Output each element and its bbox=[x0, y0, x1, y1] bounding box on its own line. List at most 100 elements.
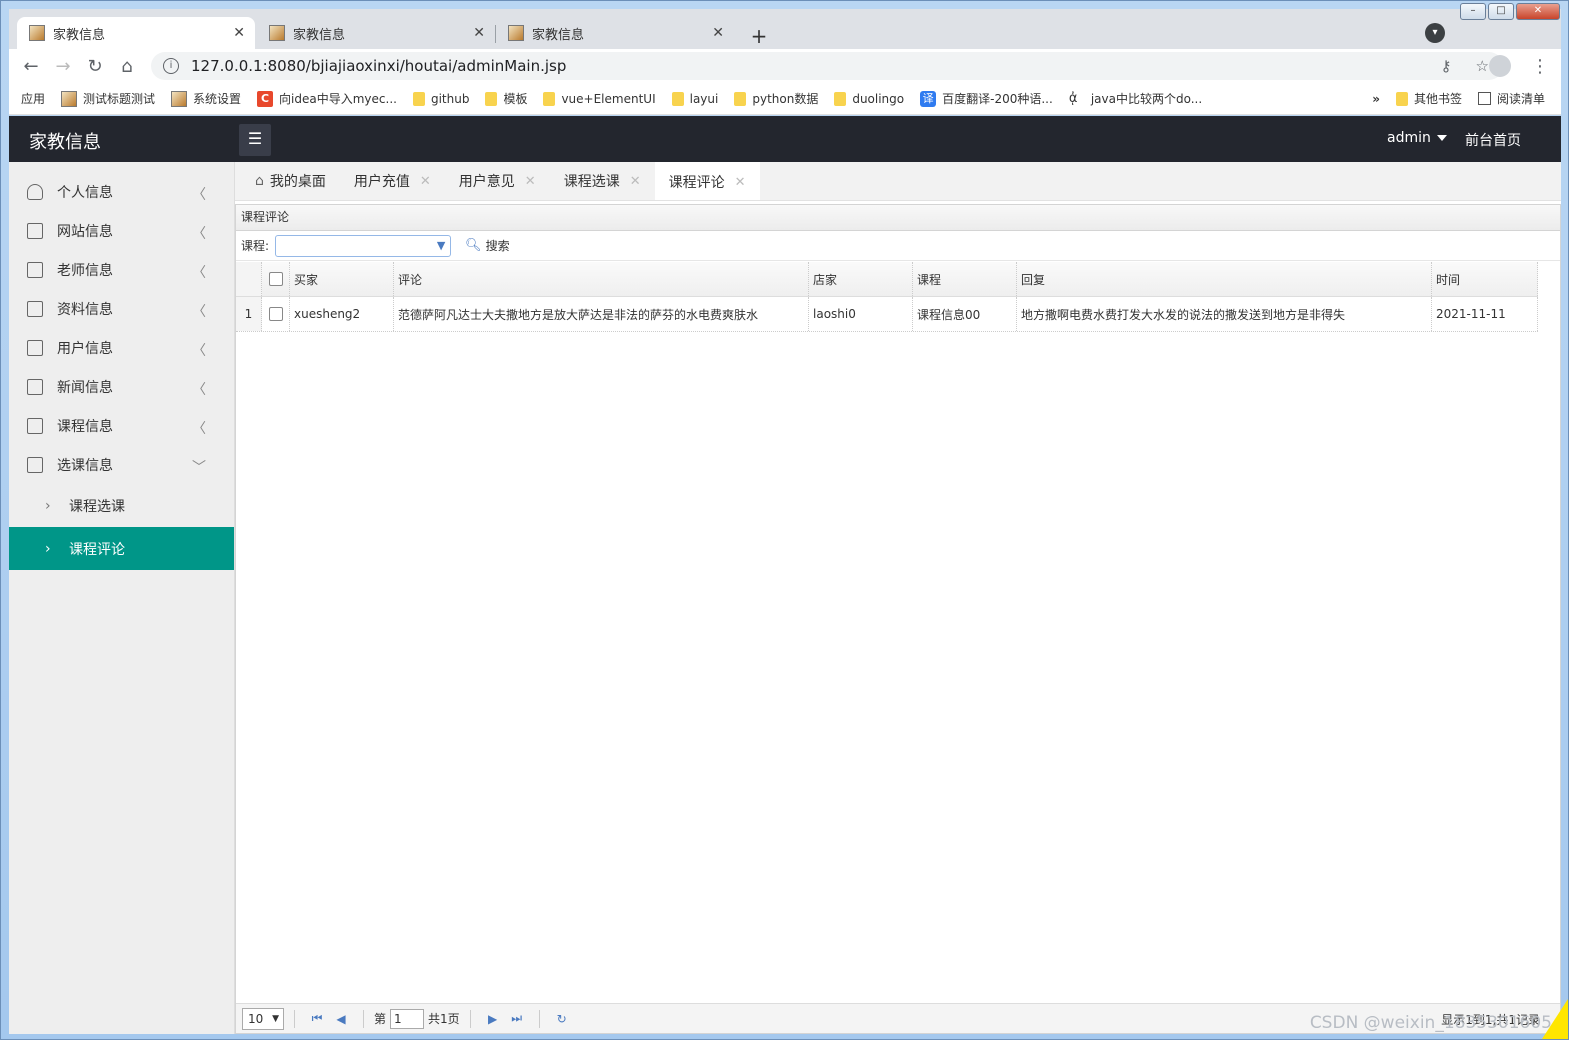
bookmark-apps[interactable]: 应用 bbox=[9, 90, 46, 156]
sidebar-item-news[interactable]: 新闻信息 〈 bbox=[9, 367, 234, 406]
sidebar-item-enrollment[interactable]: 选课信息 ﹀ bbox=[9, 445, 234, 484]
close-icon[interactable]: ✕ bbox=[525, 174, 536, 189]
table-row[interactable]: 1 xuesheng2 范德萨阿凡达士大夫撒地方是放大萨达是非法的萨芬的水电费爽… bbox=[236, 297, 1538, 332]
favicon-icon bbox=[269, 25, 285, 41]
tab-desktop[interactable]: ⌂ 我的桌面 bbox=[241, 162, 340, 200]
close-tab-icon[interactable]: ✕ bbox=[712, 25, 724, 41]
bookmark-folder[interactable]: python数据 bbox=[734, 90, 818, 107]
search-icon: 🔍︎ bbox=[465, 238, 482, 253]
sidebar-subitem-course-enroll[interactable]: › 课程选课 bbox=[9, 484, 234, 527]
address-bar[interactable]: i 127.0.0.1:8080/bjiajiaoxinxi/houtai/ad… bbox=[151, 52, 1503, 80]
select-all-checkbox[interactable] bbox=[262, 262, 290, 296]
reload-icon[interactable]: ↻ bbox=[79, 56, 111, 77]
column-header[interactable]: 时间 bbox=[1432, 262, 1538, 296]
sidebar-item-label: 新闻信息 bbox=[57, 379, 113, 396]
prev-page-icon[interactable]: ◀ bbox=[329, 1012, 353, 1026]
page-number-input[interactable]: 1 bbox=[390, 1008, 425, 1029]
bookmark-folder[interactable]: github bbox=[412, 91, 469, 106]
bookmark-folder[interactable]: layui bbox=[671, 91, 718, 106]
other-bookmarks[interactable]: 其他书签 bbox=[1395, 90, 1462, 107]
column-header[interactable]: 课程 bbox=[913, 262, 1017, 296]
key-icon[interactable]: ⚷ bbox=[1441, 57, 1452, 75]
close-tab-icon[interactable]: ✕ bbox=[473, 25, 485, 41]
bookmark-item[interactable]: 译百度翻译-200种语... bbox=[920, 90, 1053, 107]
tab-course-enroll[interactable]: 课程选课 ✕ bbox=[550, 162, 655, 200]
tab-search-icon[interactable]: ▾ bbox=[1425, 23, 1445, 43]
page-size-select[interactable]: 10 ▼ bbox=[242, 1007, 284, 1030]
close-icon[interactable]: ✕ bbox=[735, 175, 746, 190]
row-number-header bbox=[236, 262, 262, 296]
row-checkbox[interactable] bbox=[262, 297, 290, 331]
sidebar-item-material[interactable]: 资料信息 〈 bbox=[9, 289, 234, 328]
home-icon[interactable]: ⌂ bbox=[111, 56, 143, 77]
column-header[interactable]: 买家 bbox=[290, 262, 394, 296]
sidebar-item-teacher[interactable]: 老师信息 〈 bbox=[9, 250, 234, 289]
panel-title: 课程评论 bbox=[236, 205, 1560, 231]
close-icon[interactable]: ✕ bbox=[630, 174, 641, 189]
close-window-button[interactable]: ✕ bbox=[1516, 3, 1560, 20]
sidebar-item-label: 网站信息 bbox=[57, 223, 113, 240]
sidebar-subitem-course-comment[interactable]: › 课程评论 bbox=[9, 527, 234, 570]
last-page-icon[interactable]: ⏭ bbox=[505, 1011, 529, 1026]
forward-arrow-icon[interactable]: → bbox=[47, 56, 79, 77]
bookmark-item[interactable]: 系统设置 bbox=[171, 90, 241, 107]
bookmark-item[interactable]: 测试标题测试 bbox=[61, 90, 155, 107]
column-header[interactable]: 回复 bbox=[1017, 262, 1432, 296]
back-arrow-icon[interactable]: ← bbox=[15, 56, 47, 77]
browser-tab-1[interactable]: 家教信息 ✕ bbox=[17, 17, 255, 49]
browser-tab-2[interactable]: 家教信息 ✕ bbox=[257, 17, 495, 49]
sidebar-item-label: 用户信息 bbox=[57, 340, 113, 357]
close-tab-icon[interactable]: ✕ bbox=[233, 25, 245, 41]
bookmark-item[interactable]: ᾀ java中比较两个do... bbox=[1069, 90, 1202, 107]
profile-avatar[interactable] bbox=[1489, 55, 1511, 77]
menu-kebab-icon[interactable]: ⋮ bbox=[1531, 56, 1549, 77]
sidebar-item-personal[interactable]: 个人信息 〈 bbox=[9, 172, 234, 211]
bookmark-folder[interactable]: duolingo bbox=[834, 91, 905, 106]
minimize-button[interactable]: – bbox=[1460, 3, 1486, 20]
tab-user-recharge[interactable]: 用户充值 ✕ bbox=[340, 162, 445, 200]
frontend-home-link[interactable]: 前台首页 bbox=[1465, 130, 1521, 150]
tab-user-feedback[interactable]: 用户意见 ✕ bbox=[445, 162, 550, 200]
bookmark-folder[interactable]: vue+ElementUI bbox=[543, 91, 656, 106]
browser-tab-3[interactable]: 家教信息 ✕ bbox=[496, 17, 734, 49]
chevron-down-icon: ▼ bbox=[436, 238, 446, 252]
translate-icon: 译 bbox=[920, 90, 937, 107]
bookmark-label: 应用 bbox=[21, 92, 46, 106]
user-menu[interactable]: admin bbox=[1387, 130, 1447, 146]
next-page-icon[interactable]: ▶ bbox=[481, 1012, 505, 1026]
browser-tab-title: 家教信息 bbox=[293, 27, 346, 43]
top-header: 家教信息 ☰ admin 前台首页 bbox=[9, 116, 1561, 162]
tab-course-comment[interactable]: 课程评论 ✕ bbox=[654, 162, 760, 200]
bookmark-label: 向idea中导入myec... bbox=[279, 92, 397, 106]
bookmark-folder[interactable]: 模板 bbox=[485, 90, 527, 107]
search-button[interactable]: 🔍︎ 搜索 bbox=[465, 237, 510, 254]
refresh-icon[interactable]: ↻ bbox=[550, 1012, 574, 1026]
bookmark-item[interactable]: C 向idea中导入myec... bbox=[257, 90, 397, 107]
first-page-icon[interactable]: ⏮ bbox=[305, 1011, 329, 1026]
user-name: admin bbox=[1387, 130, 1431, 146]
column-header[interactable]: 评论 bbox=[394, 262, 809, 296]
new-tab-button[interactable]: + bbox=[745, 23, 773, 51]
close-icon[interactable]: ✕ bbox=[420, 174, 431, 189]
page-icon bbox=[171, 90, 188, 107]
user-icon bbox=[27, 183, 43, 200]
sidebar-item-label: 资料信息 bbox=[57, 301, 113, 318]
menu-toggle-icon[interactable]: ☰ bbox=[239, 124, 271, 156]
sidebar: 个人信息〈 网站信息〈 老师信息〈 资料信息〈 用户信息〈 新闻信息〈 课程信息… bbox=[9, 162, 235, 1034]
sidebar-item-users[interactable]: 用户信息 〈 bbox=[9, 328, 234, 367]
star-icon[interactable]: ☆ bbox=[1476, 57, 1489, 75]
bookmarks-overflow-button[interactable]: » bbox=[1372, 92, 1380, 106]
site-info-icon[interactable]: i bbox=[163, 58, 179, 74]
search-label: 课程: bbox=[241, 239, 270, 253]
sidebar-item-site[interactable]: 网站信息 〈 bbox=[9, 211, 234, 250]
bookmark-label: duolingo bbox=[852, 91, 905, 106]
sidebar-item-course[interactable]: 课程信息 〈 bbox=[9, 406, 234, 445]
reading-list[interactable]: 阅读清单 bbox=[1477, 90, 1545, 107]
course-select[interactable]: ▼ bbox=[275, 234, 452, 257]
script-icon: ᾀ bbox=[1068, 90, 1078, 106]
cell-shop: laoshi0 bbox=[809, 297, 913, 331]
comment-panel: 课程评论 课程: ▼ 🔍︎ 搜索 买家 评论 店家 课程 回复 时间 1 xue… bbox=[235, 204, 1561, 1034]
page-icon bbox=[61, 90, 78, 107]
maximize-button[interactable]: □ bbox=[1488, 3, 1514, 20]
column-header[interactable]: 店家 bbox=[809, 262, 913, 296]
